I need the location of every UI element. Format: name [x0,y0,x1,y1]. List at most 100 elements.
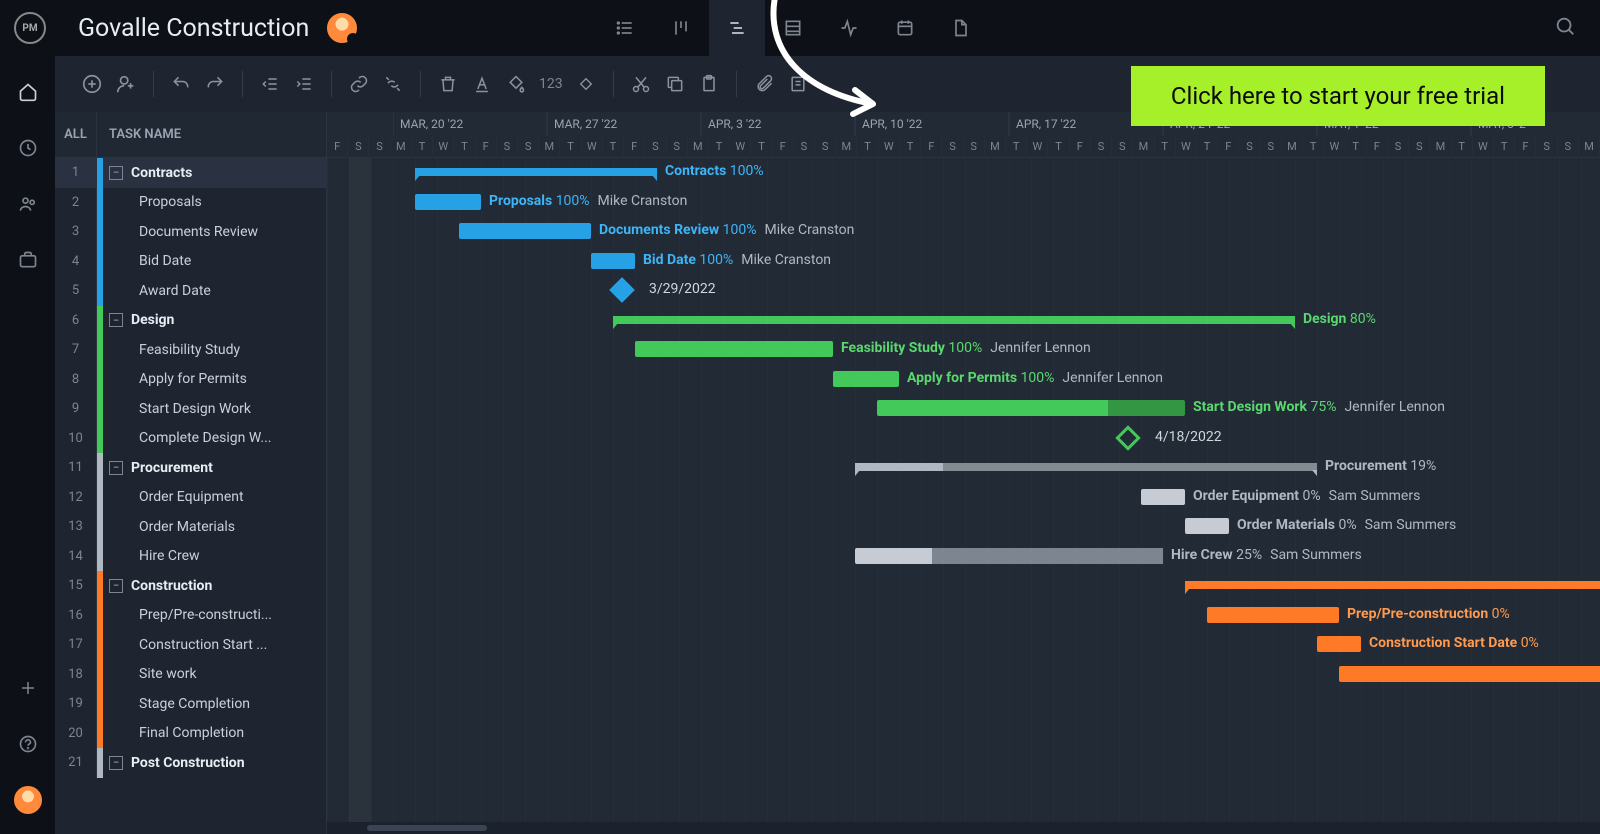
collapse-icon[interactable]: − [109,579,123,593]
link-icon[interactable] [342,67,376,101]
task-row[interactable]: 2Proposals [55,188,326,218]
view-gantt-icon[interactable] [709,0,765,56]
task-number: 9 [55,394,97,424]
undo-icon[interactable] [164,67,198,101]
task-row[interactable]: 17Construction Start ... [55,630,326,660]
delete-icon[interactable] [431,67,465,101]
task-row[interactable]: 1−Contracts [55,158,326,188]
cut-icon[interactable] [624,67,658,101]
timeline-day-cell: F [773,136,794,158]
copy-icon[interactable] [658,67,692,101]
gantt-task-bar[interactable] [1185,518,1229,534]
task-number: 2 [55,188,97,218]
task-row[interactable]: 14Hire Crew [55,542,326,572]
sequence-label[interactable]: 123 [533,76,569,92]
view-sheet-icon[interactable] [765,0,821,56]
milestone-icon[interactable] [569,67,603,101]
timeline-week-label: APR, 3 '22 [701,112,855,136]
task-row[interactable]: 6−Design [55,306,326,336]
task-row[interactable]: 5Award Date [55,276,326,306]
view-board-icon[interactable] [653,0,709,56]
redo-icon[interactable] [198,67,232,101]
task-row[interactable]: 21−Post Construction [55,748,326,778]
task-row[interactable]: 18Site work [55,660,326,690]
timeline-day-cell: M [1282,136,1303,158]
attach-icon[interactable] [747,67,781,101]
gantt-milestone[interactable] [1115,425,1140,450]
timeline-day-cell: S [645,136,666,158]
paste-icon[interactable] [692,67,726,101]
gantt-summary-bar[interactable] [613,316,1295,324]
timeline-day-cell: T [857,136,878,158]
top-header: PM Govalle Construction [0,0,1600,56]
task-row[interactable]: 19Stage Completion [55,689,326,719]
nav-recent-icon[interactable] [8,128,48,168]
fill-icon[interactable] [499,67,533,101]
collapse-icon[interactable]: − [109,756,123,770]
text-format-icon[interactable] [465,67,499,101]
gantt-milestone[interactable] [609,277,634,302]
gantt-task-bar[interactable] [877,400,1185,416]
note-icon[interactable] [781,67,815,101]
gantt-task-bar[interactable] [635,341,833,357]
gantt-task-bar[interactable] [415,194,481,210]
nav-team-icon[interactable] [8,184,48,224]
gantt-task-bar[interactable] [1339,666,1600,682]
timeline-day-cell: M [985,136,1006,158]
task-row[interactable]: 13Order Materials [55,512,326,542]
task-row[interactable]: 15−Construction [55,571,326,601]
gantt-summary-bar[interactable] [855,463,1317,471]
gantt-task-bar[interactable] [591,253,635,269]
app-logo[interactable]: PM [14,12,46,44]
nav-work-icon[interactable] [8,240,48,280]
task-row[interactable]: 11−Procurement [55,453,326,483]
gantt-task-bar[interactable] [855,548,1163,564]
task-row[interactable]: 10Complete Design W... [55,424,326,454]
assign-icon[interactable] [109,67,143,101]
gantt-summary-bar[interactable] [415,168,657,176]
view-activity-icon[interactable] [821,0,877,56]
gantt-task-bar[interactable] [1317,636,1361,652]
gantt-body[interactable]: Contracts 100%Proposals 100%Mike Cransto… [327,158,1600,834]
column-task-name[interactable]: TASK NAME [97,127,181,142]
collapse-icon[interactable]: − [109,313,123,327]
outdent-icon[interactable] [253,67,287,101]
task-row[interactable]: 3Documents Review [55,217,326,247]
nav-home-icon[interactable] [8,72,48,112]
gantt-task-bar[interactable] [1141,489,1185,505]
view-calendar-icon[interactable] [877,0,933,56]
timeline-day-cell: T [1048,136,1069,158]
task-row[interactable]: 16Prep/Pre-constructi... [55,601,326,631]
timeline-day-cell: S [1558,136,1579,158]
gantt-task-bar[interactable] [833,371,899,387]
view-file-icon[interactable] [933,0,989,56]
gantt-summary-bar[interactable] [1185,581,1600,589]
add-task-icon[interactable] [75,67,109,101]
nav-add-icon[interactable] [8,668,48,708]
free-trial-cta[interactable]: Click here to start your free trial [1131,66,1545,126]
nav-user-avatar[interactable] [8,780,48,820]
task-row[interactable]: 9Start Design Work [55,394,326,424]
unlink-icon[interactable] [376,67,410,101]
search-icon[interactable] [1544,15,1586,41]
gantt-horizontal-scrollbar[interactable] [327,822,1600,834]
task-name-label: Procurement [131,460,213,476]
task-row[interactable]: 8Apply for Permits [55,365,326,395]
gantt-task-bar[interactable] [459,223,591,239]
gantt-task-bar[interactable] [1207,607,1339,623]
task-row[interactable]: 4Bid Date [55,247,326,277]
timeline-day-cell: F [327,136,348,158]
indent-icon[interactable] [287,67,321,101]
task-row[interactable]: 7Feasibility Study [55,335,326,365]
project-avatar[interactable] [327,13,357,43]
task-row[interactable]: 20Final Completion [55,719,326,749]
column-all[interactable]: ALL [55,112,97,157]
timeline-day-cell: W [1176,136,1197,158]
task-number: 13 [55,512,97,542]
left-nav-rail [0,56,55,834]
task-row[interactable]: 12Order Equipment [55,483,326,513]
view-list-icon[interactable] [597,0,653,56]
collapse-icon[interactable]: − [109,166,123,180]
collapse-icon[interactable]: − [109,461,123,475]
nav-help-icon[interactable] [8,724,48,764]
